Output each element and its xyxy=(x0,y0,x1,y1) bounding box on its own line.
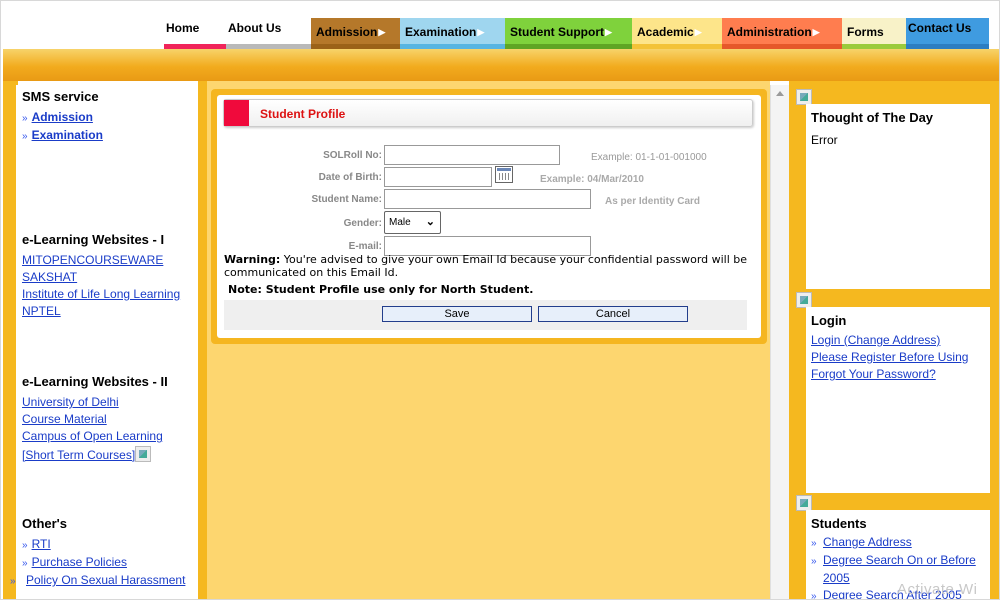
solroll-hint: Example: 01-1-01-001000 xyxy=(591,152,707,163)
dob-input[interactable] xyxy=(384,167,492,187)
link-purchase-policies[interactable]: Purchase Policies xyxy=(22,554,199,572)
nav-examination-label: Examination xyxy=(405,25,477,39)
arrow-right-icon: ▶ xyxy=(694,27,702,37)
nav-examination[interactable]: Examination▶ xyxy=(400,18,505,49)
student-name-label: Student Name: xyxy=(311,194,382,205)
left-separator xyxy=(198,81,207,599)
link-sakshat[interactable]: SAKSHAT xyxy=(22,269,199,286)
link-university-of-delhi[interactable]: University of Delhi xyxy=(22,394,199,411)
scroll-up-arrow-icon[interactable] xyxy=(776,91,784,96)
nav-home[interactable]: Home xyxy=(164,18,226,49)
nav-academic-label: Academic xyxy=(637,25,694,39)
broken-image-icon xyxy=(796,89,812,105)
broken-image-icon xyxy=(796,292,812,308)
nav-administration[interactable]: Administration▶ xyxy=(722,18,842,49)
change-address-link[interactable]: Change Address xyxy=(811,534,990,552)
link-course-material[interactable]: Course Material xyxy=(22,411,199,428)
dob-label: Date of Birth: xyxy=(318,172,382,183)
link-rti[interactable]: RTI xyxy=(22,536,199,554)
profile-form: Student Profile SOLRoll No: Example: 01-… xyxy=(217,95,761,338)
login-heading: Login xyxy=(811,313,847,328)
nav-student-support-label: Student Support xyxy=(510,25,604,39)
link-sexual-harassment-policy[interactable]: Policy On Sexual Harassment xyxy=(22,572,199,590)
warning-label: Warning: xyxy=(224,253,281,266)
left-sidebar: SMS service Admission Examination e-Lear… xyxy=(16,85,199,599)
login-panel: Login Login (Change Address) Please Regi… xyxy=(806,307,990,493)
note-text: Note: Student Profile use only for North… xyxy=(228,283,534,296)
broken-image-icon xyxy=(135,446,152,462)
students-heading: Students xyxy=(811,516,867,531)
elearning-2-heading: e-Learning Websites - II xyxy=(22,374,168,389)
others-heading: Other's xyxy=(22,516,67,531)
sms-link-examination[interactable]: Examination xyxy=(22,127,199,145)
nav-student-support[interactable]: Student Support▶ xyxy=(505,18,632,49)
student-profile-panel: Student Profile SOLRoll No: Example: 01-… xyxy=(211,89,767,344)
link-nptel[interactable]: NPTEL xyxy=(22,303,199,320)
register-link[interactable]: Please Register Before Using xyxy=(811,349,990,366)
link-short-term-courses[interactable]: [Short Term Courses] xyxy=(22,448,135,462)
solroll-label: SOLRoll No: xyxy=(323,150,382,161)
nav-admission[interactable]: Admission▶ xyxy=(311,18,400,49)
arrow-right-icon: ▶ xyxy=(604,27,612,37)
warning-message: You're advised to give your own Email Id… xyxy=(224,253,748,279)
nav-about-us[interactable]: About Us xyxy=(226,18,311,49)
nav-about-label: About Us xyxy=(228,21,282,35)
nav-home-label: Home xyxy=(166,21,200,35)
thought-of-day-panel: Thought of The Day Error xyxy=(806,104,990,289)
calendar-icon[interactable] xyxy=(495,166,513,183)
nav-forms[interactable]: Forms xyxy=(842,18,906,49)
link-campus-open-learning[interactable]: Campus of Open Learning xyxy=(22,428,199,445)
nav-contact-us[interactable]: Contact Us xyxy=(906,18,989,49)
profile-header: Student Profile xyxy=(223,99,753,127)
link-mitopencourseware[interactable]: MITOPENCOURSEWARE xyxy=(22,252,199,269)
warning-text: Warning: You're advised to give your own… xyxy=(224,253,749,279)
button-bar: Save Cancel xyxy=(224,300,747,330)
gender-label: Gender: xyxy=(343,218,382,229)
solroll-input[interactable] xyxy=(384,145,560,165)
broken-image-icon xyxy=(796,495,812,511)
thought-heading: Thought of The Day xyxy=(811,110,934,125)
arrow-right-icon: ▶ xyxy=(812,27,820,37)
nav-admission-label: Admission xyxy=(316,25,378,39)
short-term-row: [Short Term Courses] xyxy=(22,445,199,465)
dob-hint: Example: 04/Mar/2010 xyxy=(540,174,644,185)
save-button[interactable]: Save xyxy=(382,306,532,322)
gender-select[interactable]: Male ⌄ xyxy=(384,211,441,234)
chevron-down-icon: ⌄ xyxy=(425,216,435,228)
scrollbar[interactable] xyxy=(770,85,789,599)
sms-service-heading: SMS service xyxy=(22,89,99,104)
nav-forms-label: Forms xyxy=(847,25,884,39)
forgot-password-link[interactable]: Forgot Your Password? xyxy=(811,366,990,383)
student-name-hint: As per Identity Card xyxy=(605,196,701,207)
browser-page: Home About Us Admission▶ Examination▶ St… xyxy=(0,0,1000,600)
top-nav: Home About Us Admission▶ Examination▶ St… xyxy=(164,18,989,49)
cancel-button[interactable]: Cancel xyxy=(538,306,688,322)
elearning-1-heading: e-Learning Websites - I xyxy=(22,232,165,247)
nav-contact-label: Contact Us xyxy=(908,21,972,35)
sms-link-admission[interactable]: Admission xyxy=(22,109,199,127)
gender-value: Male xyxy=(389,217,411,228)
link-ill[interactable]: Institute of Life Long Learning xyxy=(22,286,199,303)
header-marker-icon xyxy=(224,100,249,126)
student-name-input[interactable] xyxy=(384,189,591,209)
arrow-right-icon: ▶ xyxy=(378,27,386,37)
arrow-right-icon: ▶ xyxy=(477,27,485,37)
login-change-address-link[interactable]: Login (Change Address) xyxy=(811,332,990,349)
profile-title: Student Profile xyxy=(260,107,346,121)
activate-windows-watermark: Activate Wi xyxy=(897,581,978,598)
header-band xyxy=(3,49,999,81)
nav-academic[interactable]: Academic▶ xyxy=(632,18,722,49)
email-label: E-mail: xyxy=(348,241,382,252)
nav-administration-label: Administration xyxy=(727,25,812,39)
thought-text: Error xyxy=(811,133,838,147)
